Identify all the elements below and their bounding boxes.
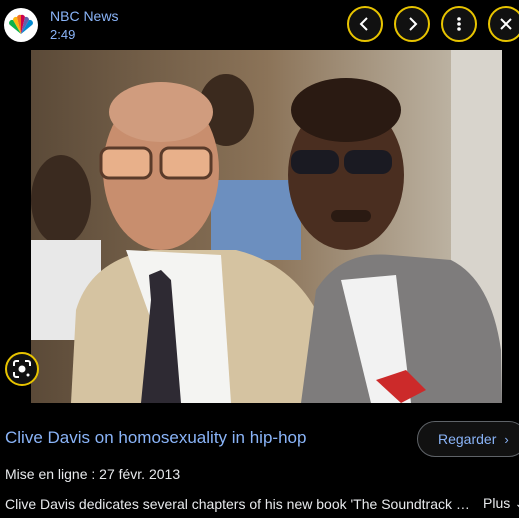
more-button[interactable]: Plus ⌄ (483, 495, 519, 512)
chevron-right-icon (409, 17, 418, 31)
more-options-button[interactable] (441, 6, 477, 42)
upload-date: Mise en ligne : 27 févr. 2013 (5, 466, 181, 482)
chevron-right-icon: › (504, 431, 509, 447)
more-button-label: Plus (483, 495, 511, 511)
chevron-down-icon: ⌄ (514, 495, 519, 512)
google-lens-icon (13, 360, 31, 378)
video-title[interactable]: Clive Davis on homosexuality in hip-hop (5, 428, 306, 448)
source-name[interactable]: NBC News (50, 8, 118, 24)
previous-button[interactable] (347, 6, 383, 42)
nbc-logo-icon (4, 8, 38, 42)
close-icon (500, 18, 512, 30)
close-button[interactable] (488, 6, 519, 42)
video-thumbnail[interactable] (31, 50, 502, 403)
photo-two-men-icon (31, 50, 502, 403)
chevron-left-icon (359, 17, 368, 31)
video-description: Clive Davis dedicates several chapters o… (5, 496, 477, 512)
lens-search-button[interactable] (5, 352, 39, 386)
next-button[interactable] (394, 6, 430, 42)
video-duration: 2:49 (50, 27, 76, 42)
watch-button[interactable]: Regarder › (417, 421, 519, 457)
watch-button-label: Regarder (438, 431, 497, 447)
panel-header: NBC News 2:49 (0, 0, 519, 50)
more-vert-icon (457, 17, 461, 31)
